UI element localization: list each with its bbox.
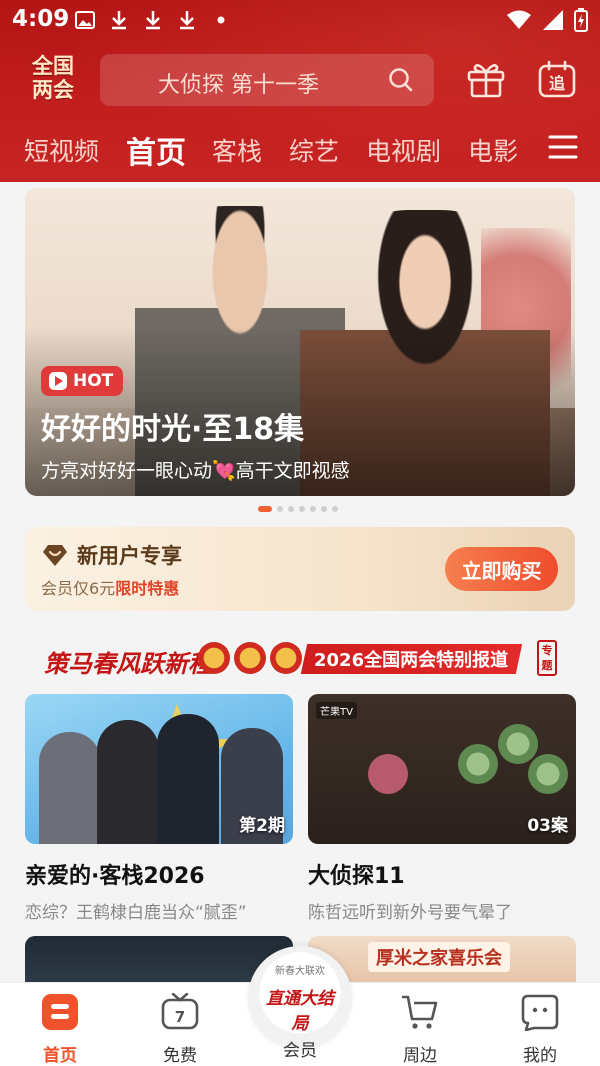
tab-inn[interactable]: 客栈 bbox=[212, 132, 262, 168]
pagination-dot[interactable] bbox=[332, 506, 338, 512]
search-icon[interactable] bbox=[388, 67, 414, 97]
pagination-dot[interactable] bbox=[299, 506, 305, 512]
wifi-icon bbox=[506, 10, 532, 36]
nav-vip[interactable]: 新春大联欢 直通大结局 bbox=[248, 946, 352, 1050]
dot-icon bbox=[210, 9, 232, 31]
special-slogan: 策马春风跃新程 bbox=[44, 649, 212, 678]
pagination-dot[interactable] bbox=[277, 506, 283, 512]
tab-short-video[interactable]: 短视频 bbox=[24, 132, 99, 168]
video-card[interactable]: 第2期 亲爱的·客栈2026 恋综？王鹤棣白鹿当众“腻歪” bbox=[25, 694, 293, 923]
battery-icon bbox=[574, 8, 588, 38]
event-logo[interactable]: 全国 两会 bbox=[28, 54, 78, 106]
banner-title: 好好的时光·至18集 bbox=[41, 412, 305, 447]
vip-promo-caption: 新春大联欢 bbox=[275, 966, 325, 977]
party-emblem-icon bbox=[234, 642, 266, 674]
special-report-strip: 2026全国两会特别报道 bbox=[300, 644, 523, 674]
case-badge: 03案 bbox=[527, 816, 568, 836]
follow-icon[interactable]: 追 bbox=[538, 60, 576, 102]
vip-title: 新用户专享 bbox=[77, 544, 182, 568]
plant-figure bbox=[498, 724, 538, 764]
video-subtitle: 陈哲远听到新外号要气晕了 bbox=[308, 903, 512, 923]
play-icon bbox=[49, 372, 67, 390]
vip-highlight-text: 限时特惠 bbox=[115, 579, 180, 598]
search-placeholder: 大侦探 第十一季 bbox=[158, 73, 319, 98]
cart-icon bbox=[402, 995, 438, 1029]
status-bar: 4:09 bbox=[0, 0, 600, 40]
banner-pagination bbox=[258, 506, 338, 512]
banner-subtitle: 方亮对好好一眼心动💘高干文即视感 bbox=[41, 460, 350, 482]
nav-vip-label: 会员 bbox=[283, 1041, 317, 1061]
special-tag: 专题 bbox=[537, 640, 557, 676]
source-watermark: 芒果TV bbox=[316, 702, 357, 719]
download-icon bbox=[176, 9, 198, 31]
video-card-partial-label: 厚米之家喜乐会 bbox=[368, 942, 510, 972]
logo-line2: 两会 bbox=[32, 78, 74, 102]
download-icon bbox=[108, 9, 130, 31]
download-icon bbox=[142, 9, 164, 31]
video-title: 大侦探11 bbox=[308, 864, 405, 889]
gallery-icon bbox=[74, 9, 96, 31]
status-system bbox=[506, 8, 588, 38]
pagination-dot[interactable] bbox=[310, 506, 316, 512]
hero-banner[interactable]: HOT 好好的时光·至18集 方亮对好好一眼心动💘高干文即视感 bbox=[25, 188, 575, 496]
tab-tv-series[interactable]: 电视剧 bbox=[366, 132, 441, 168]
video-title: 亲爱的·客栈2026 bbox=[25, 864, 205, 889]
video-thumbnail: 芒果TV 03案 bbox=[308, 694, 576, 844]
special-strip-label: 2026全国两会特别报道 bbox=[314, 650, 509, 671]
cast-figure bbox=[39, 732, 101, 844]
hot-badge-label: HOT bbox=[73, 371, 114, 391]
profile-icon bbox=[521, 994, 559, 1032]
home-icon bbox=[42, 994, 78, 1030]
national-emblem-icon bbox=[198, 642, 230, 674]
diamond-heart-icon bbox=[41, 542, 69, 572]
vip-offer-card[interactable]: 新用户专享 会员仅6元限时特惠 立即购买 bbox=[25, 527, 575, 611]
tv-icon: 7 bbox=[161, 992, 199, 1030]
plant-figure bbox=[458, 744, 498, 784]
tab-movie[interactable]: 电影 bbox=[468, 132, 518, 168]
episode-badge: 第2期 bbox=[239, 816, 285, 836]
pagination-dot[interactable] bbox=[321, 506, 327, 512]
plant-figure bbox=[528, 754, 568, 794]
status-time: 4:09 bbox=[12, 6, 70, 32]
search-input[interactable]: 大侦探 第十一季 bbox=[100, 54, 434, 106]
status-notifications bbox=[74, 9, 232, 31]
hot-badge: HOT bbox=[41, 366, 124, 396]
vip-promo-text: 直通大结局 bbox=[266, 989, 334, 1034]
video-subtitle: 恋综？王鹤棣白鹿当众“腻歪” bbox=[25, 903, 247, 923]
vip-price-text: 会员仅6元 bbox=[41, 579, 116, 598]
signal-icon bbox=[542, 9, 564, 37]
gift-icon[interactable] bbox=[466, 60, 506, 102]
follow-label: 追 bbox=[549, 74, 566, 93]
video-thumbnail: 第2期 bbox=[25, 694, 293, 844]
vip-description: 会员仅6元限时特惠 bbox=[41, 575, 179, 599]
channel-tabs: 短视频 首页 客栈 综艺 电视剧 电影 bbox=[0, 128, 600, 172]
cast-figure bbox=[157, 714, 219, 844]
special-report-banner[interactable]: 策马春风跃新程 2026全国两会特别报道 专题 bbox=[40, 640, 560, 680]
menu-icon[interactable] bbox=[548, 134, 578, 164]
video-card[interactable]: 芒果TV 03案 大侦探11 陈哲远听到新外号要气晕了 bbox=[308, 694, 576, 923]
emblem-icon bbox=[270, 642, 302, 674]
tab-home[interactable]: 首页 bbox=[126, 128, 186, 172]
svg-text:7: 7 bbox=[175, 1008, 185, 1026]
cast-figure bbox=[97, 720, 159, 844]
pagination-dot[interactable] bbox=[258, 506, 272, 512]
cast-figure bbox=[368, 754, 408, 794]
pagination-dot[interactable] bbox=[288, 506, 294, 512]
tab-variety[interactable]: 综艺 bbox=[289, 132, 339, 168]
logo-line1: 全国 bbox=[32, 54, 74, 78]
buy-now-button[interactable]: 立即购买 bbox=[445, 547, 558, 591]
